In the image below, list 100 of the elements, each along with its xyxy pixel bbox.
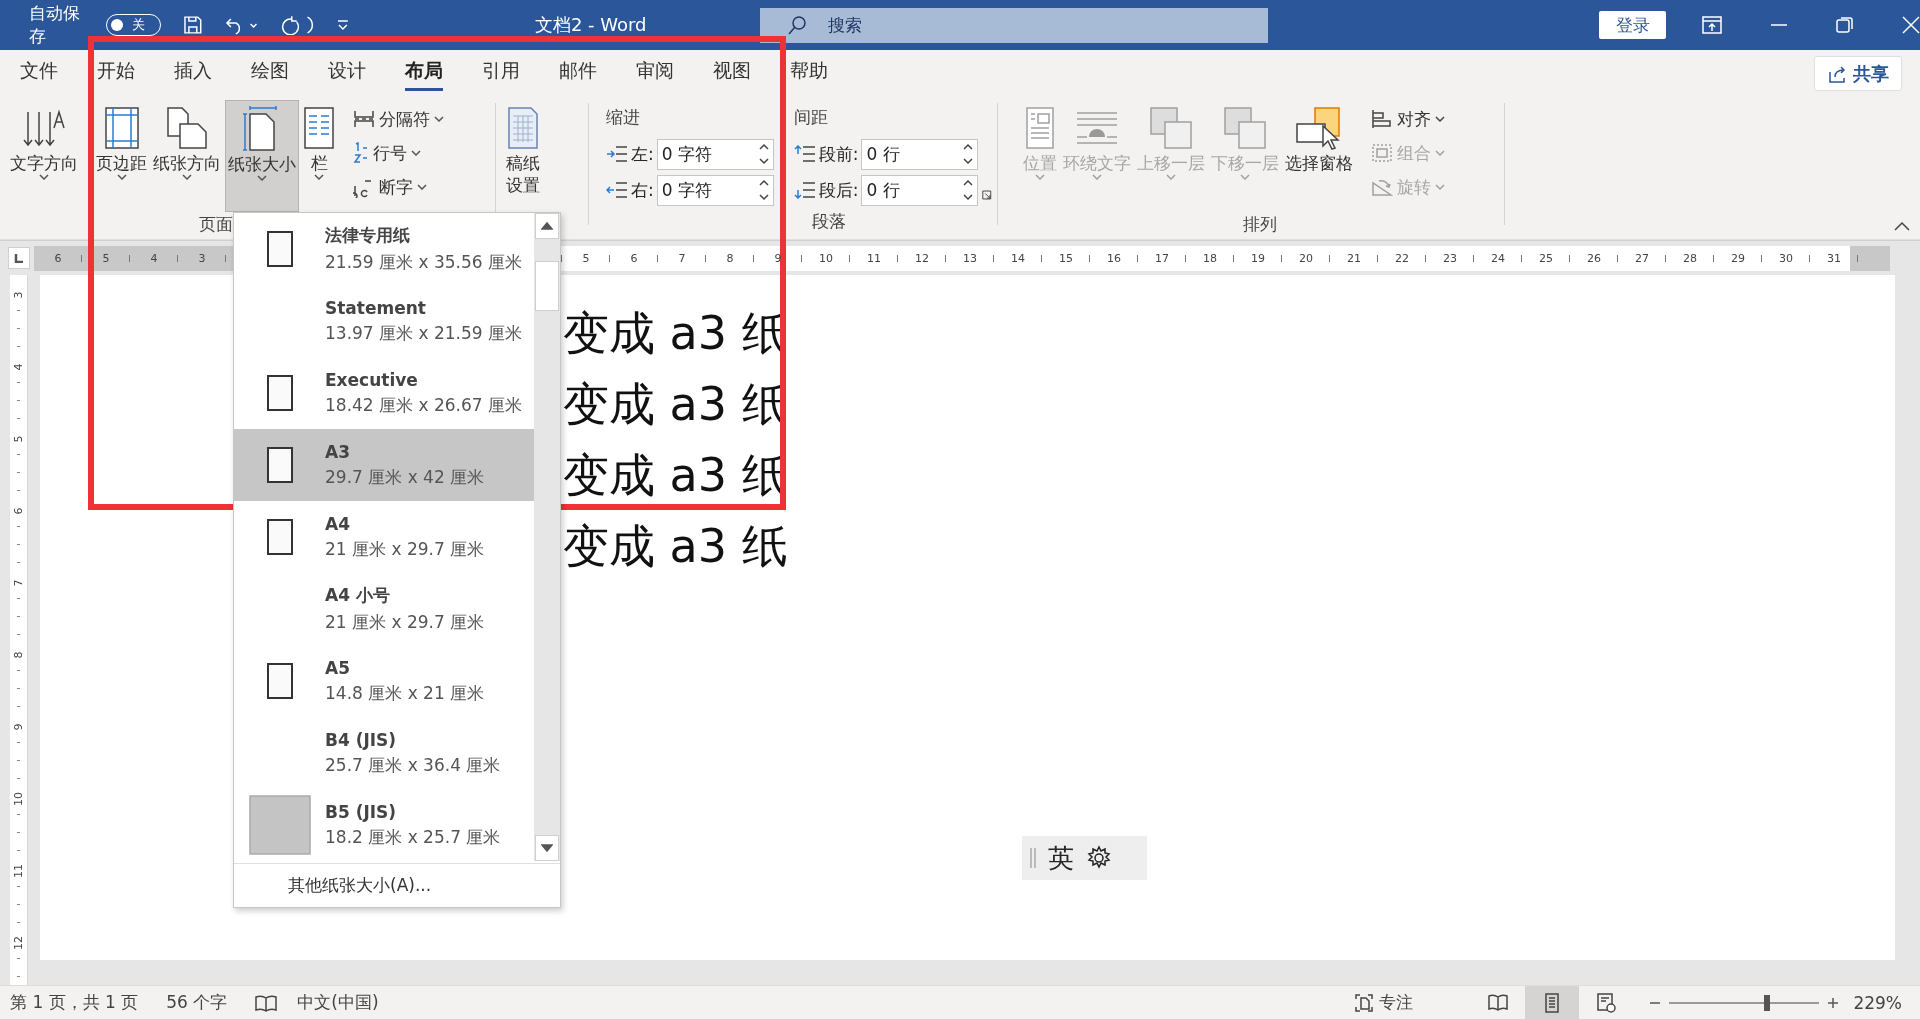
ruler-number: 15: [1058, 251, 1074, 265]
bring-forward-icon: [1149, 106, 1193, 150]
scrollbar-thumb[interactable]: [535, 261, 559, 311]
paper-size-dimensions: 25.7 厘米 x 36.4 厘米: [325, 753, 501, 777]
redo-icon[interactable]: [280, 15, 314, 35]
ribbon-button[interactable]: 纸张大小: [225, 100, 299, 212]
search-field[interactable]: 搜索: [759, 7, 1269, 43]
field-label: 右:: [631, 178, 654, 202]
ribbon-button[interactable]: 分隔符: [349, 104, 448, 134]
page-icon: [266, 447, 293, 483]
paper-size-option[interactable]: Executive 18.42 厘米 x 26.67 厘米: [234, 357, 534, 429]
margins-icon: [103, 106, 140, 150]
view-button[interactable]: [1525, 986, 1580, 1019]
page-icon: [248, 795, 311, 855]
ribbon-tab[interactable]: 引用: [482, 54, 520, 91]
ribbon-tab[interactable]: 审阅: [636, 54, 674, 91]
close-icon[interactable]: [1902, 16, 1920, 34]
indent-right-icon: [606, 181, 628, 199]
caret-icon: [1092, 174, 1102, 180]
caret-icon: [1240, 174, 1250, 180]
ribbon-tab[interactable]: 布局: [405, 54, 443, 91]
paper-size-name: Statement: [325, 297, 427, 318]
ruler-number: 22: [1394, 251, 1410, 265]
scroll-up-icon[interactable]: [541, 222, 553, 230]
scrollbar[interactable]: [534, 213, 560, 861]
language[interactable]: 中文(中国): [297, 991, 379, 1014]
page-icon: [266, 663, 293, 699]
ruler-number: 6: [629, 251, 639, 265]
customize-icon[interactable]: [335, 18, 350, 32]
ruler-number: 31: [1826, 251, 1842, 265]
ribbon-tab[interactable]: 邮件: [559, 54, 597, 91]
paper-size-option[interactable]: A3 29.7 厘米 x 42 厘米: [234, 429, 534, 501]
ribbon-tab[interactable]: 文件: [20, 54, 58, 91]
caret-icon: [39, 174, 49, 180]
caret-icon: [417, 184, 427, 190]
focus-button[interactable]: 专注: [1348, 990, 1420, 1015]
section-break-icon: [353, 109, 375, 129]
zoom-level[interactable]: 229%: [1853, 992, 1902, 1013]
sign-in-button[interactable]: 登录: [1599, 11, 1666, 39]
rotate-icon: [1371, 177, 1393, 197]
ribbon-display-icon[interactable]: [1702, 16, 1722, 34]
dialog-launcher-icon[interactable]: [982, 189, 992, 201]
page-count: 第 1 页，共 1 页: [10, 991, 139, 1014]
proofing-book-icon[interactable]: [255, 993, 278, 1012]
caret-icon: [314, 174, 324, 180]
paper-size-option[interactable]: A5 14.8 厘米 x 21 厘米: [234, 645, 534, 717]
selection-pane-icon: [1295, 106, 1343, 150]
ruler-number: 4: [149, 251, 159, 265]
paper-size-name: A3: [325, 441, 351, 462]
ribbon-tab[interactable]: 开始: [97, 54, 135, 91]
more-paper-sizes-item[interactable]: 其他纸张大小(A)...: [288, 870, 432, 901]
paper-size-option[interactable]: A4 21 厘米 x 29.7 厘米: [234, 501, 534, 573]
ruler-number: 19: [1250, 251, 1266, 265]
slider-thumb[interactable]: [1763, 994, 1770, 1011]
spinner-icon: [758, 143, 769, 165]
vertical-ruler[interactable]: 3 4 5 6 7 8 9 10 11 12: [10, 275, 28, 985]
spin-field[interactable]: 0 字符: [656, 174, 774, 206]
ribbon-tab[interactable]: 设计: [328, 54, 366, 91]
paper-size-option[interactable]: Statement 13.97 厘米 x 21.59 厘米: [234, 285, 534, 357]
ribbon-tab[interactable]: 帮助: [790, 54, 828, 91]
caret-icon: [1166, 174, 1176, 180]
paper-size-option[interactable]: B4 (JIS) 25.7 厘米 x 36.4 厘米: [234, 717, 534, 789]
zoom-in-icon[interactable]: [1827, 996, 1840, 1009]
spin-field[interactable]: 0 字符: [656, 138, 774, 170]
spin-field[interactable]: 0 行: [861, 174, 979, 206]
save-icon[interactable]: [183, 15, 203, 35]
share-button[interactable]: 共享: [1814, 56, 1902, 91]
caret-icon: [1435, 150, 1445, 156]
ribbon-tab[interactable]: 插入: [174, 54, 212, 91]
paper-size-option[interactable]: B5 (JIS) 18.2 厘米 x 25.7 厘米: [234, 789, 534, 861]
ribbon-button[interactable]: 行号: [349, 138, 448, 168]
ribbon-tab[interactable]: 绘图: [251, 54, 289, 91]
settings-icon[interactable]: [1086, 845, 1112, 871]
ribbon-button[interactable]: 纸张方向: [151, 100, 223, 212]
window-title: 文档2 - Word: [533, 13, 648, 37]
drag-handle-icon[interactable]: [1030, 847, 1036, 869]
ruler-number: 12: [914, 251, 930, 265]
ribbon-button[interactable]: 文字方向: [8, 100, 80, 212]
ruler-number: 8: [725, 251, 735, 265]
page-icon: [266, 519, 293, 555]
restore-icon[interactable]: [1836, 16, 1854, 34]
ribbon-tab[interactable]: 视图: [713, 54, 751, 91]
ribbon-button[interactable]: 断字: [349, 172, 448, 202]
ruler-number: 29: [1730, 251, 1746, 265]
spin-field[interactable]: 0 行: [861, 138, 979, 170]
ribbon-button[interactable]: 对齐: [1367, 104, 1449, 134]
ribbon-button[interactable]: 选择窗格: [1283, 100, 1355, 212]
ruler-number: 5: [101, 251, 111, 265]
paper-size-dimensions: 21 厘米 x 29.7 厘米: [325, 611, 485, 634]
ribbon-button[interactable]: 稿纸设置: [501, 100, 545, 212]
collapse-icon[interactable]: [1894, 221, 1910, 231]
tab-selector[interactable]: [8, 247, 30, 269]
tab-stop-icon: [14, 253, 24, 263]
ruler-number: 23: [1442, 251, 1458, 265]
ribbon-button[interactable]: 栏: [301, 100, 337, 212]
paper-size-option[interactable]: A4 小号 21 厘米 x 29.7 厘米: [234, 573, 534, 645]
ribbon-button[interactable]: 页边距: [94, 100, 149, 212]
scroll-down-icon[interactable]: [541, 844, 553, 852]
ruler-number: 13: [962, 251, 978, 265]
input-mode-label[interactable]: 英: [1048, 840, 1074, 876]
